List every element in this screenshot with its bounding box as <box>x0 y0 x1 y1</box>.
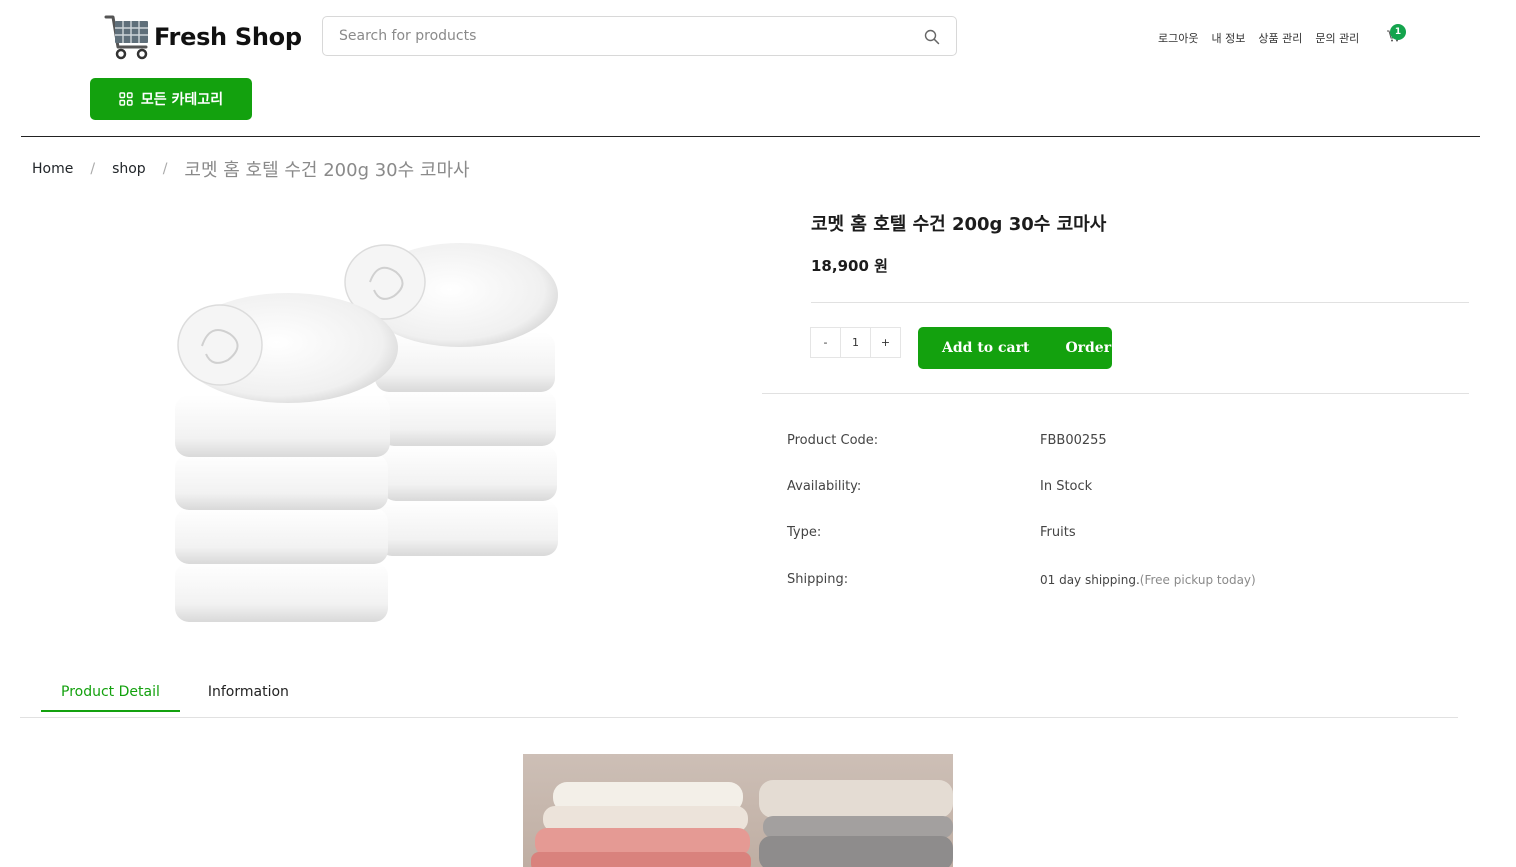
product-image <box>170 220 565 625</box>
product-title: 코멧 홈 호텔 수건 200g 30수 코마사 <box>811 214 1107 235</box>
spec-label-availability: Availability: <box>787 479 862 494</box>
order-button[interactable]: Order <box>1065 340 1111 356</box>
spec-value-type: Fruits <box>1040 525 1076 540</box>
breadcrumb: Home / shop / 코멧 홈 호텔 수건 200g 30수 코마사 <box>32 156 470 182</box>
breadcrumb-current: 코멧 홈 호텔 수건 200g 30수 코마사 <box>184 160 470 181</box>
quantity-value[interactable]: 1 <box>840 328 871 357</box>
tab-product-detail[interactable]: Product Detail <box>41 684 180 712</box>
quantity-minus-button[interactable]: - <box>811 328 840 357</box>
divider <box>762 393 1469 394</box>
logo-text: Fresh Shop <box>154 23 302 51</box>
all-categories-label: 모든 카테고리 <box>140 92 224 108</box>
grid-icon <box>119 92 133 106</box>
spec-label-type: Type: <box>787 525 822 540</box>
spec-value-availability: In Stock <box>1040 479 1093 494</box>
breadcrumb-shop[interactable]: shop <box>112 161 146 177</box>
search-box <box>322 16 957 56</box>
product-price: 18,900 원 <box>811 257 888 275</box>
nav-logout[interactable]: 로그아웃 <box>1158 30 1198 46</box>
product-tabs: Product Detail Information <box>41 684 289 712</box>
nav-product-management[interactable]: 상품 관리 <box>1258 30 1302 46</box>
cart-logo-icon <box>104 15 148 60</box>
breadcrumb-separator: / <box>162 161 168 177</box>
quantity-stepper: - 1 + <box>810 327 901 358</box>
quantity-plus-button[interactable]: + <box>871 328 900 357</box>
header-divider <box>21 136 1480 137</box>
nav-inquiry-management[interactable]: 문의 관리 <box>1315 30 1359 46</box>
nav-my-info[interactable]: 내 정보 <box>1211 30 1245 46</box>
tab-information[interactable]: Information <box>208 684 289 712</box>
divider <box>811 302 1469 303</box>
spec-label-shipping: Shipping: <box>787 572 849 587</box>
breadcrumb-home[interactable]: Home <box>32 161 73 177</box>
add-to-cart-button[interactable]: Add to cart <box>942 340 1029 356</box>
spec-label-product-code: Product Code: <box>787 433 879 448</box>
shipping-note: (Free pickup today) <box>1139 573 1256 587</box>
product-detail-image <box>523 754 953 867</box>
all-categories-button[interactable]: 모든 카테고리 <box>90 78 252 120</box>
breadcrumb-separator: / <box>90 161 96 177</box>
top-nav: 로그아웃 내 정보 상품 관리 문의 관리 <box>1158 30 1359 46</box>
spec-value-shipping: 01 day shipping.(Free pickup today) <box>1040 573 1256 588</box>
tabs-divider <box>20 717 1458 718</box>
logo[interactable]: Fresh Shop <box>104 12 302 62</box>
cart-count-badge: 1 <box>1390 24 1406 40</box>
shipping-text: 01 day shipping. <box>1040 573 1140 587</box>
purchase-actions: Add to cart Order <box>918 327 1112 369</box>
search-input[interactable] <box>323 17 899 55</box>
search-icon[interactable] <box>924 29 940 49</box>
spec-value-product-code: FBB00255 <box>1040 433 1107 448</box>
